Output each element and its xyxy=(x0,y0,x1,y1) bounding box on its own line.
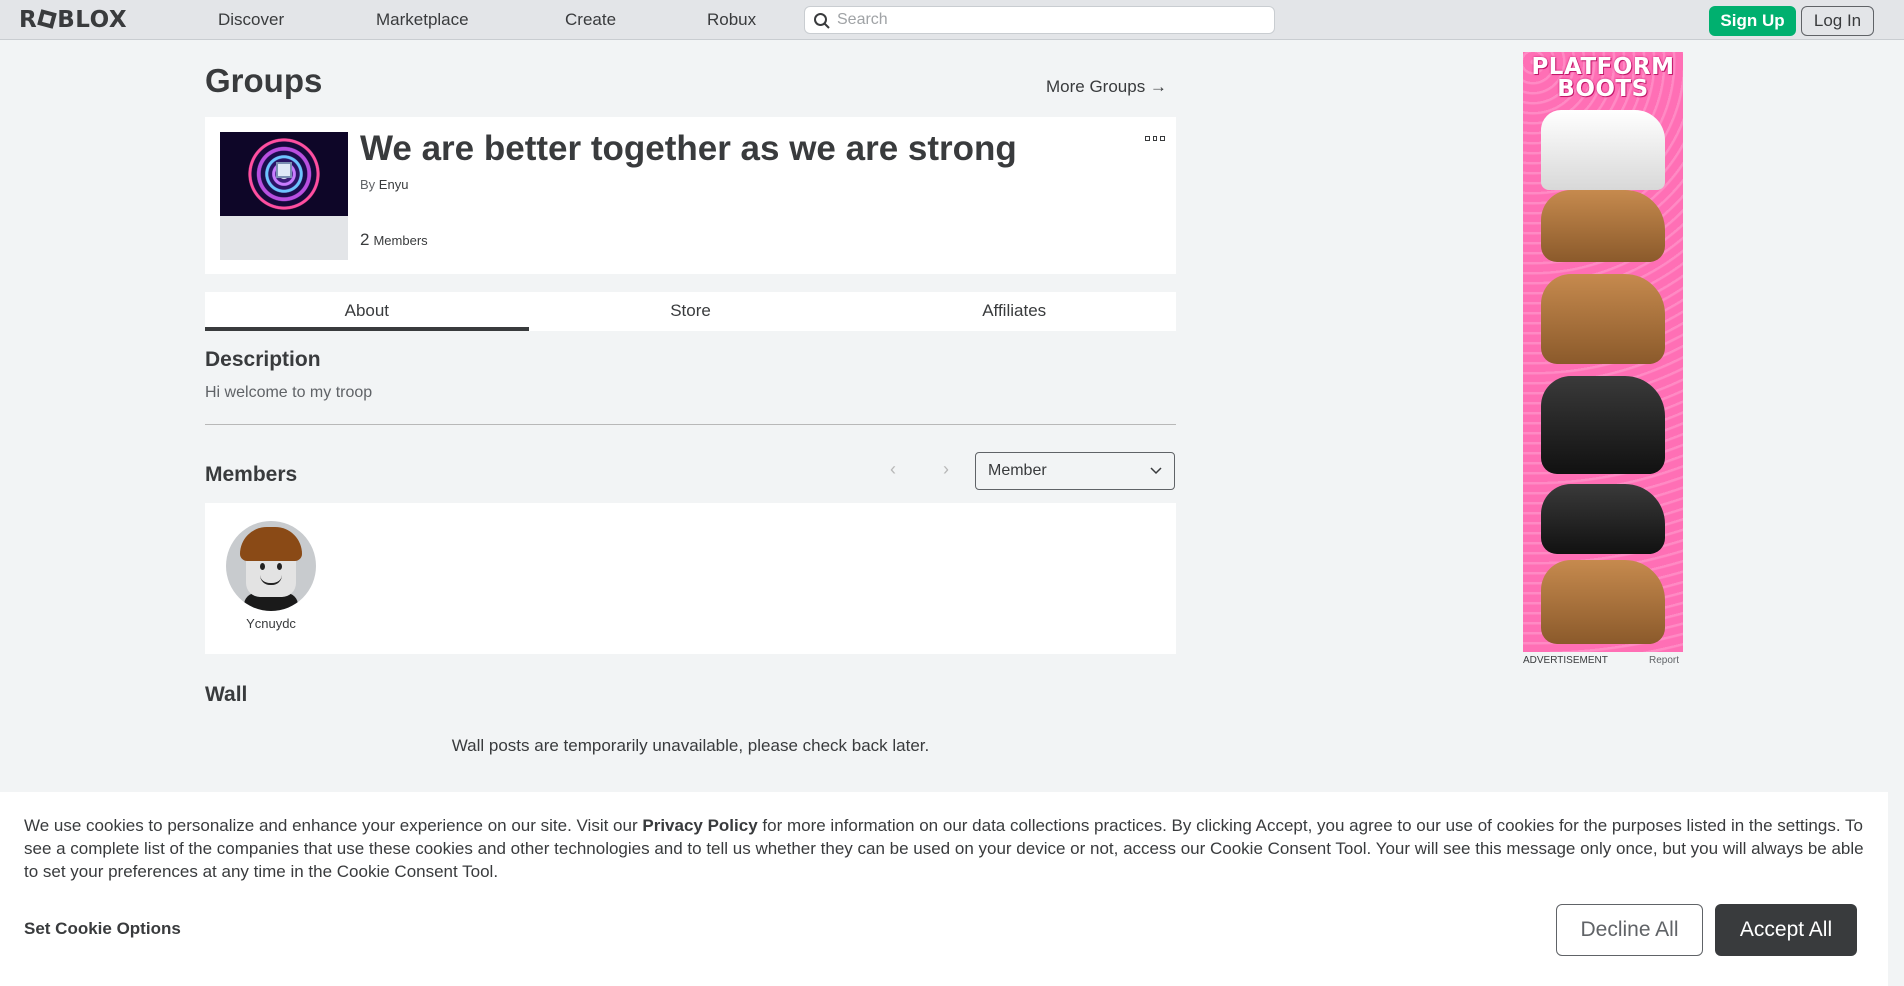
top-navigation: R BLOX Discover Marketplace Create Robux … xyxy=(0,0,1904,40)
chevron-down-icon xyxy=(1150,467,1162,475)
group-header-card: We are better together as we are strong … xyxy=(205,117,1176,274)
ad-report-link[interactable]: Report xyxy=(1649,655,1679,666)
description-heading: Description xyxy=(205,348,321,371)
group-name: We are better together as we are strong xyxy=(360,129,1017,168)
members-list: Ycnuydc xyxy=(205,503,1176,654)
boot-image xyxy=(1541,484,1665,554)
tab-store[interactable]: Store xyxy=(529,292,853,331)
divider xyxy=(205,424,1176,425)
nav-robux[interactable]: Robux xyxy=(707,0,756,40)
set-cookie-options-link[interactable]: Set Cookie Options xyxy=(24,919,181,939)
boot-image xyxy=(1541,560,1665,644)
ad-title: PLATFORM BOOTS xyxy=(1523,54,1683,102)
next-page-button[interactable]: › xyxy=(943,459,949,480)
group-owner-link[interactable]: Enyu xyxy=(379,177,409,192)
page-title: Groups xyxy=(205,62,323,99)
nav-discover[interactable]: Discover xyxy=(218,0,284,40)
privacy-policy-link[interactable]: Privacy Policy xyxy=(642,816,757,835)
group-member-count: 2 Members xyxy=(360,230,428,250)
tab-affiliates[interactable]: Affiliates xyxy=(852,292,1176,331)
group-emblem-image xyxy=(220,132,348,216)
group-tabs: About Store Affiliates xyxy=(205,292,1176,331)
advertisement-banner[interactable]: PLATFORM BOOTS xyxy=(1523,52,1683,652)
prev-page-button[interactable]: ‹ xyxy=(890,459,896,480)
search-box[interactable] xyxy=(804,6,1275,34)
nav-marketplace[interactable]: Marketplace xyxy=(376,0,469,40)
by-label: By xyxy=(360,177,376,192)
cookie-text-before: We use cookies to personalize and enhanc… xyxy=(24,816,643,835)
tab-about[interactable]: About xyxy=(205,292,529,331)
ad-label: ADVERTISEMENT xyxy=(1523,655,1608,666)
group-emblem xyxy=(220,132,348,260)
members-heading: Members xyxy=(205,463,298,486)
member-avatar[interactable] xyxy=(226,521,316,611)
wall-unavailable-message: Wall posts are temporarily unavailable, … xyxy=(451,736,930,755)
role-dropdown-value: Member xyxy=(988,462,1047,479)
ad-title-line2: BOOTS xyxy=(1557,76,1649,102)
member-count-value: 2 xyxy=(360,230,370,249)
boot-image xyxy=(1541,376,1665,474)
logo-square-icon xyxy=(37,9,58,29)
ad-title-line1: PLATFORM xyxy=(1531,54,1675,80)
wall-heading: Wall xyxy=(205,683,248,706)
member-name[interactable]: Ycnuydc xyxy=(226,616,316,631)
log-in-button[interactable]: Log In xyxy=(1801,6,1874,36)
description-text: Hi welcome to my troop xyxy=(205,384,373,401)
accept-all-button[interactable]: Accept All xyxy=(1715,904,1857,956)
roblox-logo[interactable]: R BLOX xyxy=(19,7,127,33)
member-count-label: Members xyxy=(373,233,428,248)
search-input[interactable] xyxy=(837,10,1257,30)
more-groups-link[interactable]: More Groups → xyxy=(1046,77,1167,97)
cookie-message: We use cookies to personalize and enhanc… xyxy=(24,814,1869,883)
search-icon xyxy=(814,13,830,29)
decline-all-button[interactable]: Decline All xyxy=(1556,904,1703,956)
page-scrollbar[interactable] xyxy=(1888,40,1904,986)
boot-image xyxy=(1541,274,1665,364)
sign-up-button[interactable]: Sign Up xyxy=(1709,6,1796,36)
boot-image xyxy=(1541,190,1665,262)
role-dropdown[interactable]: Member xyxy=(975,452,1175,490)
boot-image xyxy=(1541,110,1665,190)
more-options-icon[interactable] xyxy=(1145,133,1166,143)
nav-create[interactable]: Create xyxy=(565,0,616,40)
group-owner-line: By Enyu xyxy=(360,177,408,192)
cookie-banner: We use cookies to personalize and enhanc… xyxy=(0,792,1888,986)
